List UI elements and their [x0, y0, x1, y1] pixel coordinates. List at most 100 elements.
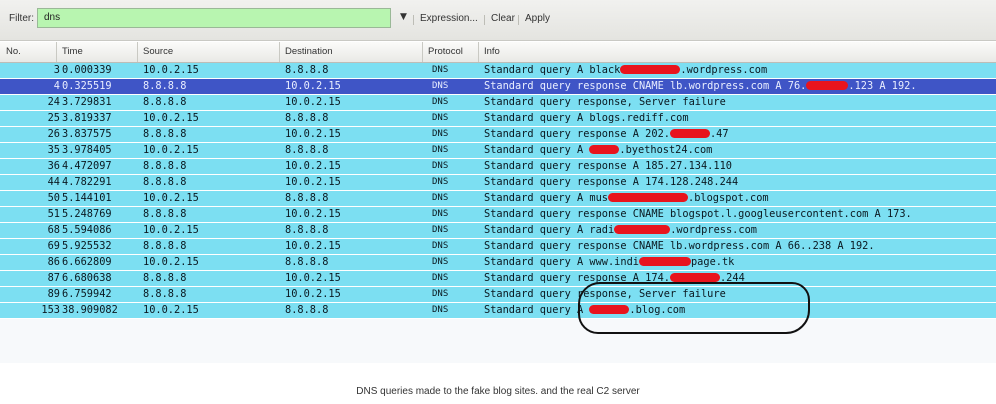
packet-source: 8.8.8.8 [143, 272, 187, 284]
packet-time: 3.819337 [62, 112, 112, 124]
packet-time: 5.594086 [62, 224, 112, 236]
info-text-post: .blogspot.com [688, 192, 769, 204]
packet-source: 10.0.2.15 [143, 256, 199, 268]
packet-time: 6.680638 [62, 272, 112, 284]
filter-input[interactable]: dns [37, 8, 391, 28]
packet-source: 8.8.8.8 [143, 160, 187, 172]
packet-protocol: DNS [432, 113, 449, 123]
packet-info: Standard query response A 174. .244 [484, 272, 996, 284]
packet-info: Standard query A radi .wordpress.com [484, 224, 996, 236]
packet-protocol: DNS [432, 273, 449, 283]
packet-source: 10.0.2.15 [143, 192, 199, 204]
info-text-pre: Standard query A black [484, 64, 621, 76]
packet-protocol: DNS [432, 257, 449, 267]
packet-protocol: DNS [432, 129, 449, 139]
packet-destination: 8.8.8.8 [285, 64, 329, 76]
packet-list-header: No. Time Source Destination Protocol Inf… [0, 42, 996, 63]
info-text-pre: Standard query A radi [484, 224, 615, 236]
redaction-mark [589, 145, 620, 154]
packet-row[interactable]: 36 4.472097 8.8.8.8 10.0.2.15 DNS Standa… [0, 159, 996, 175]
info-text-post: .47 [709, 128, 729, 140]
packet-info: Standard query A blogs.rediff.com [484, 112, 996, 124]
packet-time: 0.325519 [62, 80, 112, 92]
packet-protocol: DNS [432, 81, 449, 91]
packet-info: Standard query A .byethost24.com [484, 144, 996, 156]
packet-protocol: DNS [432, 97, 449, 107]
packet-time: 38.909082 [62, 304, 118, 316]
info-text-pre: Standard query response CNAME blogspot.l… [484, 208, 912, 220]
packet-info: Standard query response A 174.128.248.24… [484, 176, 996, 188]
packet-number: 26 [47, 128, 60, 140]
packet-destination: 8.8.8.8 [285, 256, 329, 268]
packet-destination: 10.0.2.15 [285, 96, 341, 108]
packet-destination: 10.0.2.15 [285, 272, 341, 284]
packet-number: 36 [47, 160, 60, 172]
packet-protocol: DNS [432, 65, 449, 75]
packet-source: 8.8.8.8 [143, 80, 187, 92]
packet-row[interactable]: 35 3.978405 10.0.2.15 8.8.8.8 DNS Standa… [0, 143, 996, 159]
info-text-pre: Standard query A blogs.rediff.com [484, 112, 689, 124]
info-text-post: .wordpress.com [670, 224, 757, 236]
column-header-source[interactable]: Source [136, 42, 173, 62]
packet-info: Standard query A .blog.com [484, 304, 996, 316]
packet-row[interactable]: 86 6.662809 10.0.2.15 8.8.8.8 DNS Standa… [0, 255, 996, 271]
packet-info: Standard query A black .wordpress.com [484, 64, 996, 76]
clear-button[interactable]: Clear [484, 13, 515, 25]
packet-row[interactable]: 50 5.144101 10.0.2.15 8.8.8.8 DNS Standa… [0, 191, 996, 207]
info-text-post: .244 [719, 272, 745, 284]
packet-row[interactable]: 87 6.680638 8.8.8.8 10.0.2.15 DNS Standa… [0, 271, 996, 287]
column-header-info[interactable]: Info [478, 42, 500, 62]
packet-protocol: DNS [432, 289, 449, 299]
packet-info: Standard query response CNAME lb.wordpre… [484, 80, 996, 92]
filter-dropdown-icon[interactable]: ▼ [400, 12, 407, 22]
packet-time: 4.782291 [62, 176, 112, 188]
column-header-time[interactable]: Time [56, 42, 83, 62]
packet-row[interactable]: 68 5.594086 10.0.2.15 8.8.8.8 DNS Standa… [0, 223, 996, 239]
info-text-pre: Standard query response A 185.27.134.110 [484, 160, 732, 172]
column-header-protocol[interactable]: Protocol [422, 42, 463, 62]
packet-row[interactable]: 4 0.325519 8.8.8.8 10.0.2.15 DNS Standar… [0, 79, 996, 95]
info-text-post: .blog.com [629, 304, 686, 316]
info-text-pre: Standard query response A 174.128.248.24… [484, 176, 739, 188]
packet-info: Standard query response, Server failure [484, 288, 996, 300]
info-text-pre: Standard query response A 202. [484, 128, 670, 140]
redaction-mark [608, 193, 688, 202]
packet-protocol: DNS [432, 209, 449, 219]
packet-source: 8.8.8.8 [143, 128, 187, 140]
packet-source: 10.0.2.15 [143, 64, 199, 76]
info-text-post: page.tk [690, 256, 735, 268]
expression-button[interactable]: Expression... [413, 13, 478, 25]
packet-number: 87 [47, 272, 60, 284]
filter-toolbar: Filter: dns ▼ Expression... Clear Apply [0, 0, 996, 41]
redaction-mark [669, 129, 710, 138]
apply-button[interactable]: Apply [517, 13, 550, 25]
packet-destination: 8.8.8.8 [285, 112, 329, 124]
packet-time: 0.000339 [62, 64, 112, 76]
packet-row[interactable]: 24 3.729831 8.8.8.8 10.0.2.15 DNS Standa… [0, 95, 996, 111]
packet-destination: 10.0.2.15 [285, 240, 341, 252]
packet-row[interactable]: 69 5.925532 8.8.8.8 10.0.2.15 DNS Standa… [0, 239, 996, 255]
column-header-destination[interactable]: Destination [279, 42, 333, 62]
info-text-pre: Standard query response, Server failure [484, 96, 726, 108]
packet-info: Standard query A mus .blogspot.com [484, 192, 996, 204]
info-text-pre: Standard query A mus [484, 192, 608, 204]
packet-source: 10.0.2.15 [143, 112, 199, 124]
info-text-pre: Standard query response CNAME lb.wordpre… [484, 240, 807, 252]
packet-number: 89 [47, 288, 60, 300]
packet-row[interactable]: 25 3.819337 10.0.2.15 8.8.8.8 DNS Standa… [0, 111, 996, 127]
packet-row[interactable]: 26 3.837575 8.8.8.8 10.0.2.15 DNS Standa… [0, 127, 996, 143]
packet-row[interactable]: 51 5.248769 8.8.8.8 10.0.2.15 DNS Standa… [0, 207, 996, 223]
packet-row[interactable]: 153 38.909082 10.0.2.15 8.8.8.8 DNS Stan… [0, 303, 996, 319]
packet-row[interactable]: 3 0.000339 10.0.2.15 8.8.8.8 DNS Standar… [0, 63, 996, 79]
packet-number: 68 [47, 224, 60, 236]
packet-list: 3 0.000339 10.0.2.15 8.8.8.8 DNS Standar… [0, 63, 996, 363]
wireshark-window: Filter: dns ▼ Expression... Clear Apply … [0, 0, 996, 364]
packet-row[interactable]: 89 6.759942 8.8.8.8 10.0.2.15 DNS Standa… [0, 287, 996, 303]
packet-time: 3.837575 [62, 128, 112, 140]
packet-number: 69 [47, 240, 60, 252]
packet-protocol: DNS [432, 193, 449, 203]
packet-row[interactable]: 44 4.782291 8.8.8.8 10.0.2.15 DNS Standa… [0, 175, 996, 191]
packet-destination: 10.0.2.15 [285, 288, 341, 300]
info-text-pre: Standard query A www.indi [484, 256, 639, 268]
column-header-no[interactable]: No. [6, 46, 21, 57]
